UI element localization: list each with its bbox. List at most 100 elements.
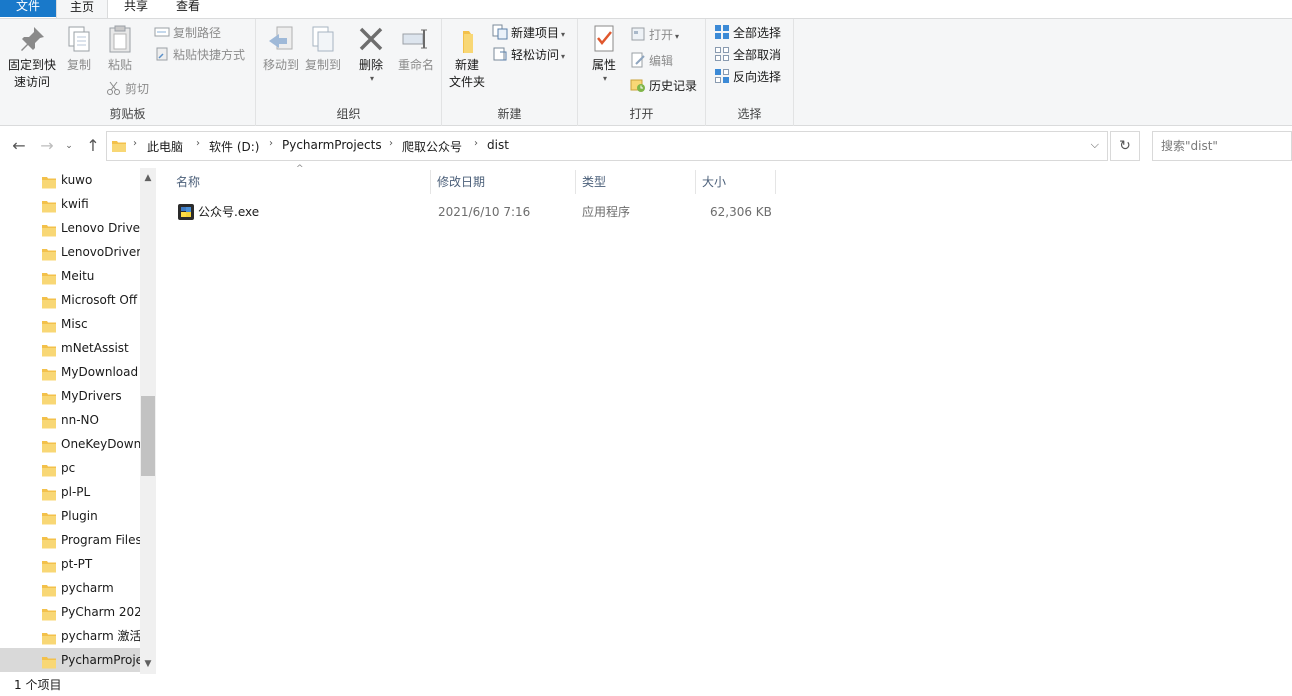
organize-group: 移动到 复制到 删除 ▾ 重命名 组织 — [256, 19, 442, 126]
breadcrumb-pycharmprojects[interactable]: PycharmProjects — [282, 138, 382, 152]
folder-icon — [42, 581, 56, 597]
nav-item[interactable]: nn-NO — [0, 408, 140, 432]
nav-item-label: MyDrivers — [61, 389, 122, 403]
scroll-up-icon[interactable]: ▲ — [140, 170, 156, 186]
nav-item[interactable]: Plugin — [0, 504, 140, 528]
column-divider[interactable] — [695, 170, 696, 194]
column-divider[interactable] — [430, 170, 431, 194]
sort-ascending-icon: ^ — [296, 164, 304, 174]
file-name: 公众号.exe — [198, 205, 260, 219]
forward-button[interactable]: → — [36, 135, 58, 157]
open-icon — [630, 26, 646, 42]
breadcrumb-dist[interactable]: dist — [487, 138, 509, 152]
nav-item[interactable]: pt-PT — [0, 552, 140, 576]
rename-button[interactable]: 重命名 — [394, 23, 438, 74]
properties-dropdown-icon[interactable]: ▾ — [586, 70, 624, 87]
scroll-down-icon[interactable]: ▼ — [140, 656, 156, 672]
select-all-button[interactable]: 全部选择 — [714, 23, 781, 43]
select-none-button[interactable]: 全部取消 — [714, 45, 781, 65]
breadcrumb-separator-icon[interactable]: › — [269, 138, 273, 149]
address-bar[interactable]: › 此电脑 › 软件 (D:) › PycharmProjects › 爬取公众… — [106, 131, 1108, 161]
nav-item[interactable]: Misc — [0, 312, 140, 336]
copy-to-icon — [307, 23, 339, 55]
recent-locations-button[interactable]: ⌄ — [62, 135, 76, 157]
search-input[interactable]: 搜索"dist" — [1152, 131, 1292, 161]
up-button[interactable]: ↑ — [82, 135, 104, 157]
folder-icon — [42, 389, 56, 405]
invert-selection-button[interactable]: 反向选择 — [714, 67, 781, 87]
nav-item[interactable]: pycharm 激活 — [0, 624, 140, 648]
paste-shortcut-button[interactable]: 粘贴快捷方式 — [154, 45, 245, 65]
nav-item[interactable]: PycharmProje — [0, 648, 140, 672]
breadcrumb-folder[interactable]: 爬取公众号 — [402, 138, 462, 155]
column-divider[interactable] — [575, 170, 576, 194]
nav-item[interactable]: Meitu — [0, 264, 140, 288]
open-button[interactable]: 打开 ▾ — [630, 25, 679, 45]
breadcrumb-drive-d[interactable]: 软件 (D:) — [209, 138, 259, 155]
pin-quick-access-button[interactable]: 固定到快 速访问 — [4, 23, 60, 91]
nav-item[interactable]: Lenovo Driver — [0, 216, 140, 240]
nav-item[interactable]: MyDrivers — [0, 384, 140, 408]
file-type: 应用程序 — [582, 205, 631, 219]
history-button[interactable]: 历史记录 — [630, 76, 697, 96]
tab-home[interactable]: 主页 — [56, 0, 108, 19]
new-group: 新建 文件夹 新建项目 ▾ 轻松访问 ▾ 新建 — [442, 19, 578, 126]
nav-item[interactable]: pycharm — [0, 576, 140, 600]
nav-item[interactable]: Microsoft Off — [0, 288, 140, 312]
new-item-button[interactable]: 新建项目 ▾ — [492, 23, 565, 43]
tab-view[interactable]: 查看 — [166, 0, 210, 17]
open-group: 属性 ▾ 打开 ▾ 编辑 历史记录 打开 — [578, 19, 706, 126]
file-row[interactable]: 公众号.exe 2021/6/10 7:16 应用程序 62,306 KB — [170, 200, 776, 224]
nav-item[interactable]: mNetAssist — [0, 336, 140, 360]
forward-arrow-icon: → — [40, 136, 54, 155]
nav-item[interactable]: Program Files — [0, 528, 140, 552]
tab-file[interactable]: 文件 — [0, 0, 56, 17]
tab-share[interactable]: 共享 — [114, 0, 158, 17]
history-label: 历史记录 — [649, 79, 698, 93]
copy-button[interactable]: 复制 — [62, 23, 96, 74]
back-button[interactable]: ← — [8, 135, 30, 157]
nav-item-label: pc — [61, 461, 76, 475]
nav-scrollbar-thumb[interactable] — [141, 396, 155, 476]
new-folder-button[interactable]: 新建 文件夹 — [446, 23, 488, 91]
breadcrumb-separator-icon[interactable]: › — [389, 138, 393, 149]
column-header-type[interactable]: 类型 — [582, 168, 606, 196]
copy-path-button[interactable]: 复制路径 — [154, 23, 221, 43]
refresh-button[interactable]: ↻ — [1110, 131, 1140, 161]
cut-label: 剪切 — [125, 82, 150, 96]
breadcrumb-this-pc[interactable]: 此电脑 — [147, 138, 183, 155]
breadcrumb-separator-icon[interactable]: › — [474, 138, 478, 149]
ribbon-tabs: 文件 主页 共享 查看 — [0, 0, 1292, 19]
nav-item-label: Microsoft Off — [61, 293, 138, 307]
easy-access-button[interactable]: 轻松访问 ▾ — [492, 45, 565, 65]
breadcrumb-separator-icon[interactable]: › — [133, 138, 137, 149]
nav-item[interactable]: OneKeyDown — [0, 432, 140, 456]
cut-button[interactable]: 剪切 — [106, 79, 149, 99]
nav-item[interactable]: kwifi — [0, 192, 140, 216]
edit-button[interactable]: 编辑 — [630, 51, 673, 71]
select-all-icon — [714, 24, 730, 40]
properties-button[interactable]: 属性 ▾ — [584, 23, 624, 87]
delete-button[interactable]: 删除 ▾ — [354, 23, 388, 87]
column-divider[interactable] — [775, 170, 776, 194]
paste-button[interactable]: 粘贴 — [102, 23, 138, 74]
folder-icon — [42, 293, 56, 309]
nav-item[interactable]: kuwo — [0, 168, 140, 192]
easy-access-dropdown-icon: ▾ — [561, 52, 566, 61]
nav-item[interactable]: MyDownload — [0, 360, 140, 384]
nav-item-label: PyCharm 2020 — [61, 605, 140, 619]
nav-item-label: pycharm — [61, 581, 114, 595]
new-folder-icon — [451, 23, 483, 55]
address-dropdown-icon[interactable]: ⌵ — [1091, 138, 1099, 152]
breadcrumb-separator-icon[interactable]: › — [196, 138, 200, 149]
nav-item[interactable]: pc — [0, 456, 140, 480]
delete-dropdown-icon[interactable]: ▾ — [356, 70, 388, 87]
column-header-size[interactable]: 大小 — [702, 168, 726, 196]
move-to-button[interactable]: 移动到 — [260, 23, 302, 74]
nav-item[interactable]: pl-PL — [0, 480, 140, 504]
nav-item[interactable]: PyCharm 2020 — [0, 600, 140, 624]
column-header-modified[interactable]: 修改日期 — [437, 168, 485, 196]
copy-to-button[interactable]: 复制到 — [302, 23, 344, 74]
nav-item[interactable]: LenovoDriver — [0, 240, 140, 264]
column-header-name[interactable]: 名称 — [176, 168, 200, 196]
